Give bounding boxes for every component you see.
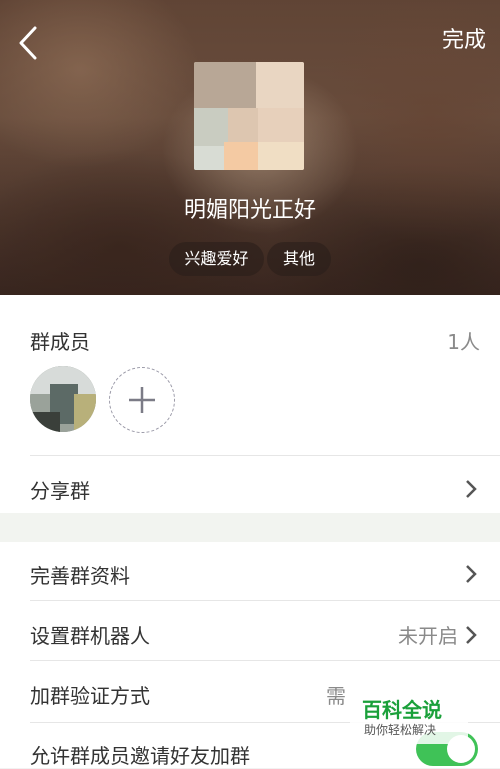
tag-interest[interactable]: 兴趣爱好: [169, 242, 264, 276]
robot-status: 未开启: [398, 624, 458, 648]
watermark-title: 百科全说: [362, 698, 442, 722]
chevron-right-icon: [466, 480, 477, 498]
improve-info-label[interactable]: 完善群资料: [30, 560, 130, 589]
watermark-subtitle: 助你轻松解决: [364, 723, 437, 737]
back-arrow-icon: [19, 26, 37, 60]
member-avatar-image: [30, 366, 96, 432]
section-gap: [0, 513, 500, 542]
watermark: 百科全说 助你轻松解决: [350, 692, 468, 744]
members-title: 群成员: [30, 330, 90, 354]
plus-icon: [129, 387, 155, 413]
robot-setting-label[interactable]: 设置群机器人: [30, 620, 150, 649]
member-avatar[interactable]: [30, 366, 96, 432]
divider: [30, 600, 500, 601]
group-name: 明媚阳光正好: [183, 198, 316, 223]
group-avatar[interactable]: [194, 62, 304, 170]
tag-other[interactable]: 其他: [267, 242, 331, 276]
done-button[interactable]: 完成: [442, 26, 486, 56]
chevron-right-icon: [466, 565, 477, 583]
divider: [30, 455, 500, 456]
add-member-button[interactable]: [109, 367, 175, 433]
chevron-right-icon: [466, 626, 477, 644]
group-avatar-image: [194, 62, 304, 170]
member-count: 1人: [447, 330, 480, 354]
share-group-label[interactable]: 分享群: [30, 475, 90, 504]
allow-invite-label: 允许群成员邀请好友加群: [30, 744, 250, 768]
divider: [30, 660, 500, 661]
verify-method-label[interactable]: 加群验证方式: [30, 680, 150, 709]
verify-method-value: 需: [326, 684, 346, 708]
back-button[interactable]: [10, 24, 46, 62]
